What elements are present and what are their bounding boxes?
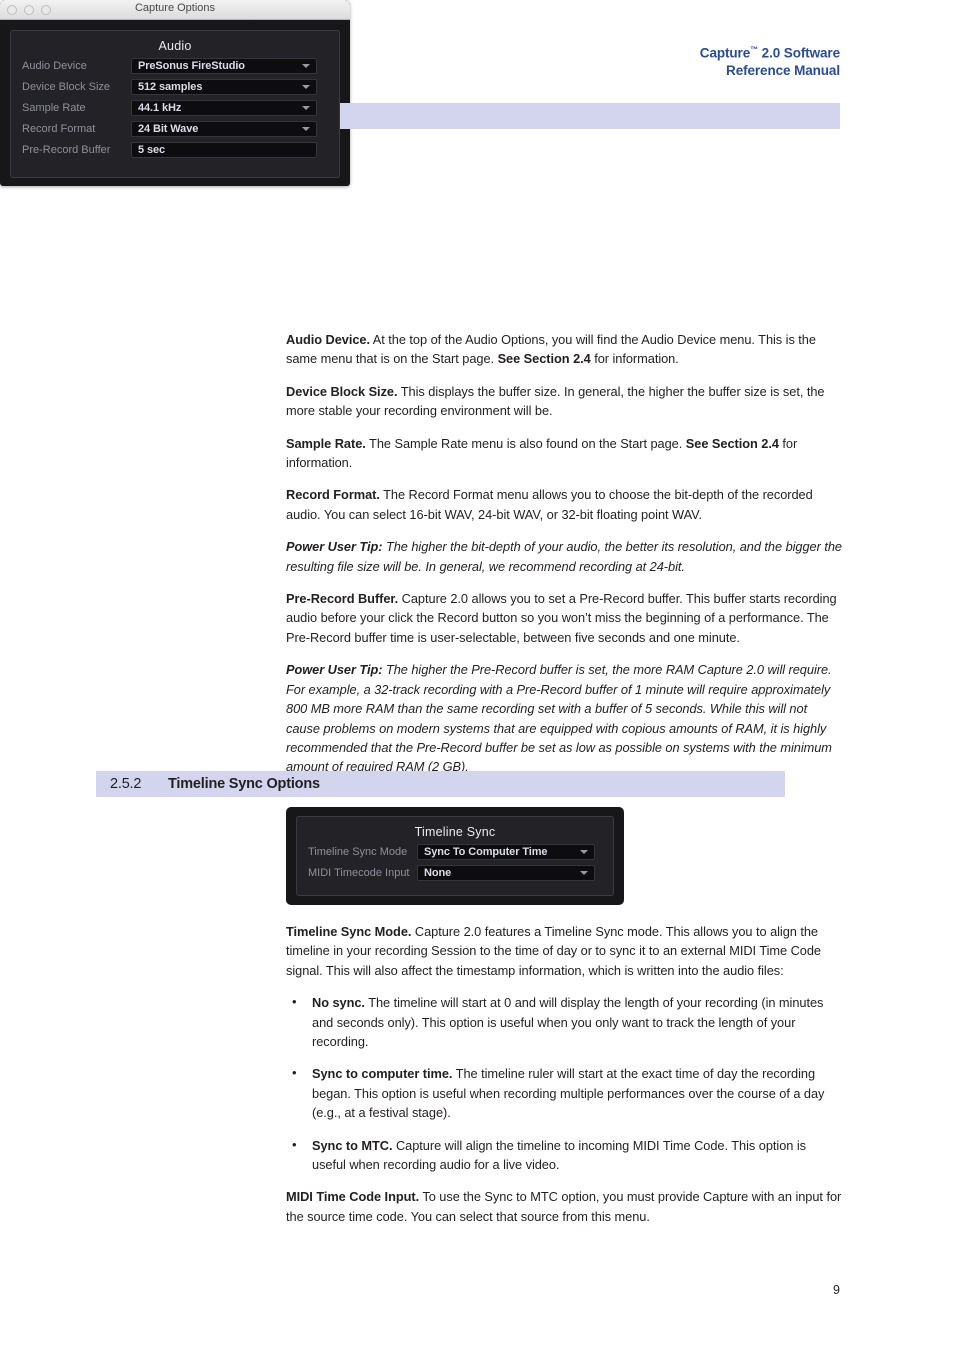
field-row-device-block-size: Device Block Size 512 samples — [11, 79, 339, 95]
lead-in-sample-rate: Sample Rate. — [286, 435, 366, 451]
value-midi-timecode-input: None — [424, 867, 452, 879]
text-power-user-tip-2: The higher the Pre-Record buffer is set,… — [286, 662, 832, 775]
lead-in-pre-record-buffer: Pre-Record Buffer. — [286, 591, 399, 607]
sync-mode-list: No sync. The timeline will start at 0 an… — [286, 992, 842, 1175]
chevron-down-icon — [580, 871, 588, 875]
label-midi-timecode-input: MIDI Timecode Input — [308, 867, 410, 879]
lead-in-no-sync: No sync. — [312, 995, 365, 1011]
paragraph-timeline-sync-mode: Timeline Sync Mode. Capture 2.0 features… — [286, 922, 842, 980]
label-audio-device: Audio Device — [22, 60, 87, 72]
value-sample-rate: 44.1 kHz — [138, 102, 182, 114]
lead-in-sync-computer-time: Sync to computer time. — [312, 1066, 453, 1082]
text-no-sync: The timeline will start at 0 and will di… — [312, 995, 824, 1050]
header-product-version: 2.0 Software — [758, 45, 840, 61]
paragraph-pre-record-buffer: Pre-Record Buffer. Capture 2.0 allows yo… — [286, 589, 842, 647]
header-manual-line: Reference Manual — [726, 63, 840, 78]
audio-options-body-copy: Audio Device. At the top of the Audio Op… — [286, 330, 842, 777]
paragraph-power-user-tip-1: Power User Tip: The higher the bit-depth… — [286, 537, 842, 576]
chevron-down-icon — [580, 850, 588, 854]
dropdown-timeline-sync-mode[interactable]: Sync To Computer Time — [417, 844, 595, 860]
page-number: 9 — [833, 1283, 840, 1297]
lead-in-record-format: Record Format. — [286, 487, 380, 503]
label-sample-rate: Sample Rate — [22, 102, 86, 114]
input-pre-record-buffer[interactable]: 5 sec — [131, 142, 317, 158]
lead-in-power-user-tip-1: Power User Tip: — [286, 539, 383, 555]
list-item: Sync to MTC. Capture will align the time… — [286, 1135, 842, 1175]
field-row-timeline-sync-mode: Timeline Sync Mode Sync To Computer Time — [297, 844, 613, 860]
dropdown-midi-timecode-input[interactable]: None — [417, 865, 595, 881]
field-row-pre-record-buffer: Pre-Record Buffer 5 sec — [11, 142, 339, 158]
field-row-audio-device: Audio Device PreSonus FireStudio — [11, 58, 339, 74]
list-item: No sync. The timeline will start at 0 an… — [286, 992, 842, 1051]
header-right: Capture™ 2.0 Software Reference Manual — [700, 41, 840, 80]
section-title-sync: Timeline Sync Options — [168, 776, 320, 792]
field-row-midi-timecode-input: MIDI Timecode Input None — [297, 865, 613, 881]
timeline-sync-panel-title: Timeline Sync — [414, 825, 496, 839]
timeline-sync-body-copy: Timeline Sync Mode. Capture 2.0 features… — [286, 922, 842, 1226]
paragraph-device-block-size: Device Block Size. This displays the buf… — [286, 382, 842, 421]
dropdown-device-block-size[interactable]: 512 samples — [131, 79, 317, 95]
value-record-format: 24 Bit Wave — [138, 123, 199, 135]
audio-panel-title: Audio — [158, 39, 192, 53]
trademark-icon: ™ — [750, 45, 759, 54]
timeline-sync-panel: Timeline Sync Timeline Sync Mode Sync To… — [296, 816, 614, 896]
text-sample-rate-1: The Sample Rate menu is also found on th… — [365, 435, 686, 451]
list-item: Sync to computer time. The timeline rule… — [286, 1063, 842, 1122]
dropdown-audio-device[interactable]: PreSonus FireStudio — [131, 58, 317, 74]
dropdown-record-format[interactable]: 24 Bit Wave — [131, 121, 317, 137]
lead-in-power-user-tip-2: Power User Tip: — [286, 662, 383, 678]
label-pre-record-buffer: Pre-Record Buffer — [22, 144, 111, 156]
lead-in-sync-mtc: Sync to MTC. — [312, 1137, 393, 1153]
window-titlebar: Capture Options — [0, 0, 350, 20]
paragraph-power-user-tip-2: Power User Tip: The higher the Pre-Recor… — [286, 660, 842, 776]
label-timeline-sync-mode: Timeline Sync Mode — [308, 846, 408, 858]
chevron-down-icon — [302, 127, 310, 131]
section-number-sync: 2.5.2 — [110, 776, 142, 792]
timeline-sync-window: Timeline Sync Timeline Sync Mode Sync To… — [286, 807, 624, 905]
paragraph-audio-device: Audio Device. At the top of the Audio Op… — [286, 330, 842, 369]
dropdown-sample-rate[interactable]: 44.1 kHz — [131, 100, 317, 116]
lead-in-midi-time-code-input: MIDI Time Code Input. — [286, 1189, 420, 1205]
chevron-down-icon — [302, 106, 310, 110]
paragraph-sample-rate: Sample Rate. The Sample Rate menu is als… — [286, 434, 842, 473]
text-audio-device-2: for information. — [590, 351, 679, 367]
value-timeline-sync-mode: Sync To Computer Time — [424, 846, 548, 858]
field-row-record-format: Record Format 24 Bit Wave — [11, 121, 339, 137]
lead-in-audio-device: Audio Device. — [286, 332, 370, 347]
chevron-down-icon — [302, 85, 310, 89]
audio-options-panel: Audio Audio Device PreSonus FireStudio D… — [10, 30, 340, 178]
lead-in-timeline-sync-mode: Timeline Sync Mode. — [286, 924, 412, 939]
field-row-sample-rate: Sample Rate 44.1 kHz — [11, 100, 339, 116]
lead-in-device-block-size: Device Block Size. — [286, 383, 398, 399]
value-device-block-size: 512 samples — [138, 81, 203, 93]
header-product-name: Capture — [699, 45, 751, 61]
section-header-timeline-sync-options: 2.5.2 Timeline Sync Options — [96, 771, 785, 797]
value-audio-device: PreSonus FireStudio — [138, 60, 245, 72]
chevron-down-icon — [302, 64, 310, 68]
paragraph-record-format: Record Format. The Record Format menu al… — [286, 485, 842, 524]
cross-reference-1: See Section 2.4 — [497, 351, 591, 367]
label-device-block-size: Device Block Size — [22, 81, 111, 93]
header-product-line: Capture™ 2.0 Software — [700, 41, 840, 62]
cross-reference-2: See Section 2.4 — [685, 435, 779, 451]
value-pre-record-buffer: 5 sec — [138, 144, 166, 156]
window-title: Capture Options — [134, 2, 216, 14]
label-record-format: Record Format — [22, 123, 96, 135]
paragraph-midi-time-code-input: MIDI Time Code Input. To use the Sync to… — [286, 1187, 842, 1226]
